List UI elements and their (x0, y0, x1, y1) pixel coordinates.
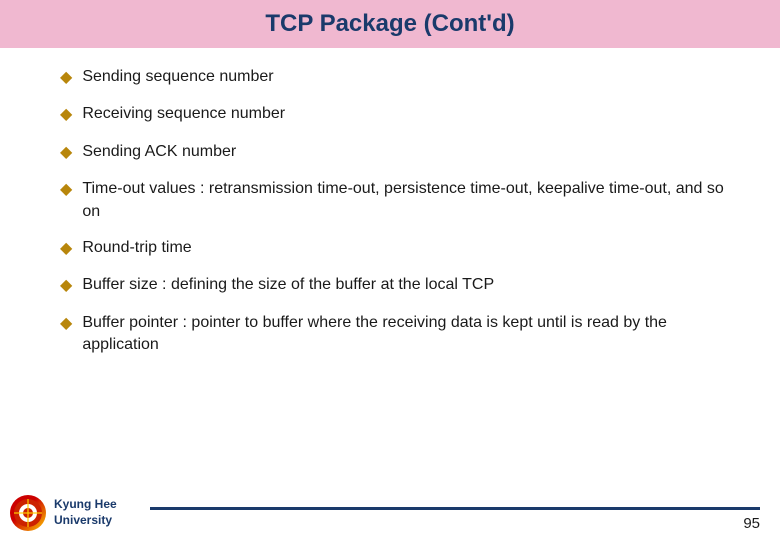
bullet-text: Sending sequence number (82, 66, 730, 88)
list-item: ◆ Time-out values : retransmission time-… (60, 178, 730, 223)
bullet-text: Sending ACK number (82, 141, 730, 163)
bullet-diamond-icon: ◆ (60, 275, 72, 297)
footer: Kyung Hee University 95 (0, 490, 780, 540)
bullet-text: Buffer pointer : pointer to buffer where… (82, 312, 730, 357)
slide-content: ◆ Sending sequence number ◆ Receiving se… (0, 66, 780, 357)
list-item: ◆ Sending sequence number (60, 66, 730, 89)
university-logo: Kyung Hee University (10, 495, 117, 531)
list-item: ◆ Buffer size : defining the size of the… (60, 274, 730, 297)
logo-emblem (10, 495, 46, 531)
title-bar: TCP Package (Cont'd) (0, 0, 780, 48)
list-item: ◆ Receiving sequence number (60, 103, 730, 126)
university-name: Kyung Hee University (54, 497, 117, 528)
bullet-text: Buffer size : defining the size of the b… (82, 274, 730, 296)
bullet-text: Time-out values : retransmission time-ou… (82, 178, 730, 223)
slide: TCP Package (Cont'd) ◆ Sending sequence … (0, 0, 780, 540)
list-item: ◆ Buffer pointer : pointer to buffer whe… (60, 312, 730, 357)
slide-title: TCP Package (Cont'd) (265, 10, 514, 37)
bullet-diamond-icon: ◆ (60, 313, 72, 335)
list-item: ◆ Round-trip time (60, 237, 730, 260)
page-number: 95 (743, 515, 760, 532)
list-item: ◆ Sending ACK number (60, 141, 730, 164)
bullet-text: Receiving sequence number (82, 103, 730, 125)
bullet-text: Round-trip time (82, 237, 730, 259)
bullet-diamond-icon: ◆ (60, 67, 72, 89)
bullet-diamond-icon: ◆ (60, 142, 72, 164)
bullet-diamond-icon: ◆ (60, 104, 72, 126)
bullet-diamond-icon: ◆ (60, 238, 72, 260)
bullet-diamond-icon: ◆ (60, 179, 72, 201)
footer-divider (150, 507, 760, 510)
